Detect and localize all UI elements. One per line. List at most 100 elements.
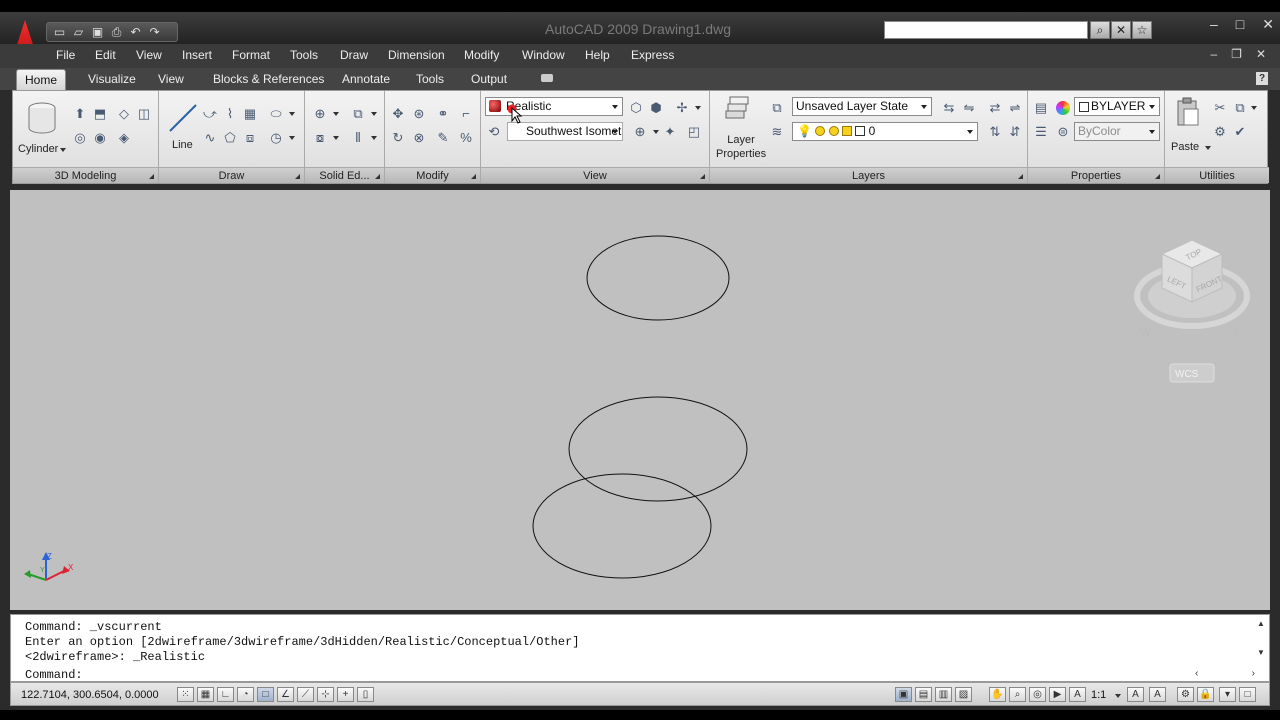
layer-states-icon[interactable]: ⧉ [768, 99, 786, 117]
box-view-icon[interactable]: ⬡ [627, 99, 645, 117]
menu-format[interactable]: Format [232, 48, 270, 62]
print-icon[interactable]: ⎙ [108, 24, 125, 40]
separate-icon[interactable]: ⧇ [311, 129, 329, 147]
coordinates-readout[interactable]: 122.7104, 300.6504, 0.0000 [21, 689, 159, 701]
zoom-icon[interactable]: ⊕ [631, 123, 649, 141]
annotation-scale-icon[interactable]: A [1069, 687, 1086, 702]
open-folder-icon[interactable]: ▱ [70, 24, 87, 40]
circle-bottom[interactable] [532, 473, 712, 579]
ucs-menu[interactable]: WCS [1169, 363, 1215, 383]
compass-south[interactable]: S [1232, 325, 1240, 339]
grid-display-button[interactable]: ▦ [197, 687, 214, 702]
minimize-button[interactable]: – [1210, 16, 1218, 33]
panel-launcher-properties[interactable] [1155, 174, 1160, 179]
tab-view[interactable]: View [158, 72, 184, 86]
tab-tools[interactable]: Tools [416, 72, 444, 86]
copy-icon[interactable]: ⧉ [1231, 99, 1249, 117]
color-wheel-icon[interactable] [1056, 101, 1070, 115]
command-horizontal-scrollbar[interactable]: ‹ › [1195, 668, 1255, 680]
polysolid-icon[interactable]: ◇ [115, 105, 133, 123]
panel-title-properties[interactable]: Properties [1028, 167, 1164, 183]
quick-select-icon[interactable]: ⚙ [1211, 123, 1229, 141]
quick-view-drawings-button[interactable]: ▨ [955, 687, 972, 702]
list-icon[interactable]: ☰ [1032, 123, 1050, 141]
quick-properties-button[interactable]: ▯ [357, 687, 374, 702]
lineweight-button[interactable]: + [337, 687, 354, 702]
boundary-icon[interactable]: ⧈ [241, 129, 259, 147]
ellipse-dropdown-arrow[interactable] [289, 112, 295, 116]
polygon-icon[interactable]: ⬠ [221, 129, 239, 147]
scale-icon[interactable]: % [457, 129, 475, 147]
circle-top[interactable] [586, 235, 730, 321]
panel-title-modify[interactable]: Modify [385, 167, 480, 183]
intersect-icon[interactable]: ◈ [115, 129, 133, 147]
layer-off-icon[interactable]: ⇅ [986, 123, 1004, 141]
paste-dropdown-arrow[interactable] [1205, 146, 1211, 150]
command-scrollbar[interactable]: ▲ ▼ [1257, 619, 1267, 661]
cylinder-label[interactable]: Cylinder [18, 143, 58, 155]
panel-title-utilities[interactable]: Utilities [1165, 167, 1269, 183]
panel-launcher-view[interactable] [700, 174, 705, 179]
undo-icon[interactable]: ↶ [127, 24, 144, 40]
zoom-dropdown-arrow[interactable] [653, 130, 659, 134]
viewcube[interactable]: TOP LEFT FRONT W S [1134, 239, 1250, 339]
3d-array-icon[interactable]: ⌐ [457, 105, 475, 123]
extrude-icon[interactable]: ⬆ [71, 105, 89, 123]
tab-annotate[interactable]: Annotate [342, 72, 390, 86]
maximize-button[interactable]: □ [1236, 16, 1244, 33]
line-label[interactable]: Line [172, 139, 193, 151]
hatch-icon[interactable]: ▦ [241, 105, 259, 123]
command-prompt[interactable]: Command: [25, 668, 83, 682]
polyline-icon[interactable]: ⤻ [201, 105, 219, 123]
presspull-icon[interactable]: ⬒ [91, 105, 109, 123]
menu-insert[interactable]: Insert [182, 48, 212, 62]
search-input[interactable] [884, 21, 1088, 39]
search-icon[interactable]: ⌕ [1090, 21, 1110, 39]
tab-home[interactable]: Home [16, 69, 66, 90]
close-button[interactable]: ✕ [1262, 16, 1274, 33]
clean-screen-icon[interactable]: □ [1239, 687, 1256, 702]
polar-tracking-button[interactable]: ◔ [237, 687, 254, 702]
dynamic-ucs-button[interactable]: ⟋ [297, 687, 314, 702]
move-icon[interactable]: ✥ [389, 105, 407, 123]
workspace-switching-icon[interactable]: ⚙ [1177, 687, 1194, 702]
ortho-mode-button[interactable]: ∟ [217, 687, 234, 702]
annotation-visibility-icon[interactable]: A [1127, 687, 1144, 702]
orbit-icon[interactable]: ⟲ [485, 123, 503, 141]
layer-previous-icon[interactable]: ⇋ [960, 99, 978, 117]
circle-dropdown-arrow[interactable] [289, 136, 295, 140]
menu-express[interactable]: Express [631, 48, 674, 62]
showmotion-icon[interactable]: ▶ [1049, 687, 1066, 702]
ellipse-icon[interactable]: ⬭ [267, 105, 285, 123]
match-properties-icon[interactable]: ▤ [1032, 99, 1050, 117]
render-icon[interactable]: ◰ [685, 123, 703, 141]
solid-union-icon[interactable]: ⊕ [311, 105, 329, 123]
solid-union-dropdown-arrow[interactable] [333, 112, 339, 116]
extrude-faces-icon[interactable]: ⧉ [349, 105, 367, 123]
doc-close-button[interactable]: ✕ [1256, 47, 1266, 61]
camera-icon[interactable]: ✦ [661, 123, 679, 141]
layer-unisolate-icon[interactable]: ⇌ [1006, 99, 1024, 117]
spline-icon[interactable]: ∿ [201, 129, 219, 147]
panel-launcher-draw[interactable] [295, 174, 300, 179]
panel-title-layers[interactable]: Layers [710, 167, 1027, 183]
layer-state-dropdown[interactable]: Unsaved Layer State [792, 97, 932, 116]
pan-icon[interactable]: ✢ [673, 99, 691, 117]
pan-dropdown-arrow[interactable] [695, 106, 701, 110]
shell-icon[interactable]: ⫴ [349, 129, 367, 147]
panel-launcher-solid-editing[interactable] [375, 174, 380, 179]
pan-status-icon[interactable]: ✋ [989, 687, 1006, 702]
paste-label[interactable]: Paste [1171, 141, 1199, 153]
panel-launcher-modify[interactable] [471, 174, 476, 179]
save-icon[interactable]: ▣ [89, 24, 106, 40]
edit-brush-icon[interactable]: ✎ [434, 129, 452, 147]
layout-button[interactable]: ▥ [935, 687, 952, 702]
panel-title-3d-modeling[interactable]: 3D Modeling [13, 167, 158, 183]
dynamic-input-button[interactable]: ⊹ [317, 687, 334, 702]
doc-minimize-button[interactable]: – [1210, 47, 1217, 61]
linetype-dropdown[interactable]: ByColor [1074, 122, 1160, 141]
zoom-status-icon[interactable]: ⌕ [1009, 687, 1026, 702]
circle-middle[interactable] [568, 396, 748, 502]
layer-match-icon[interactable]: ⇆ [940, 99, 958, 117]
slice-icon[interactable]: ◫ [135, 105, 153, 123]
